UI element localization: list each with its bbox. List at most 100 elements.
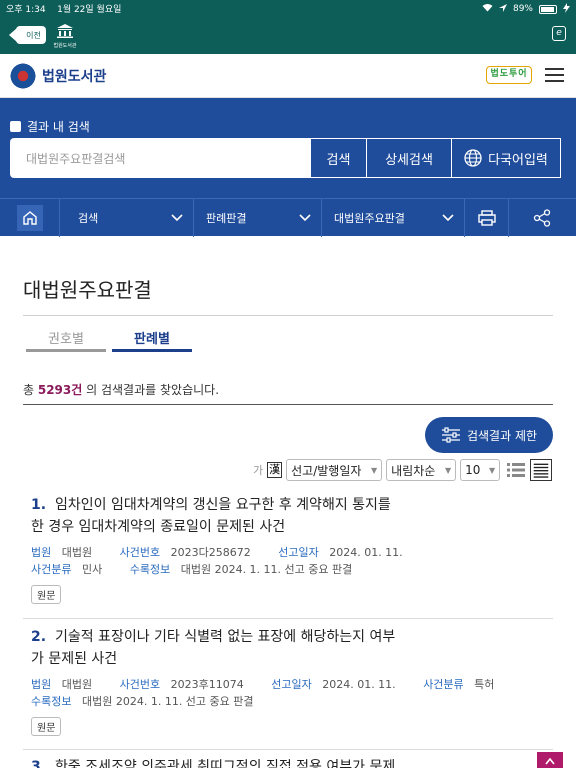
status-right: 89% — [482, 2, 570, 16]
result-meta: 수록정보 대법원 2024. 1. 11. 선고 중요 판결 — [23, 693, 553, 710]
chevron-down-icon — [299, 214, 311, 222]
chevron-down-icon — [171, 214, 183, 222]
library-icon — [52, 24, 78, 42]
count-divider — [23, 404, 553, 405]
result-count: 총 5293건 의 검색결과를 찾았습니다. — [23, 381, 219, 398]
result-meta: 법원 대법원 사건번호 2023후11074 선고일자 2024. 01. 11… — [23, 676, 553, 693]
site-logo[interactable]: 법원도서관 — [8, 62, 106, 90]
meta-key: 수록정보 — [129, 563, 171, 576]
court-emblem-icon — [8, 62, 38, 90]
mini-library-label: 법원도서관 — [53, 43, 77, 49]
nav-dropdown-major-rulings[interactable]: 대법원주요판결 — [322, 199, 465, 237]
result-number: 3. — [31, 759, 47, 768]
scroll-top-button[interactable] — [537, 752, 563, 768]
list-view-icon[interactable] — [506, 460, 526, 480]
sort-direction-value: 내림차순 — [391, 463, 436, 478]
sort-field-select[interactable]: 선고/발행일자 ▼ — [286, 459, 383, 481]
status-bar: 오후 1:34 1월 22일 월요일 89% — [6, 2, 570, 16]
meta-value: 2023후11074 — [170, 678, 244, 691]
multilang-input-label: 다국어입력 — [488, 152, 548, 168]
search-in-results-checkbox[interactable] — [10, 121, 21, 132]
result-item: 3. 한중 조세조약 의주관세 취띠그적의 직접 적용 여부가 문제 — [23, 756, 553, 768]
meta-key: 선고일자 — [271, 678, 312, 691]
nav-dropdown-major-rulings-label: 대법원주요판결 — [334, 212, 405, 225]
status-date: 1월 22일 월요일 — [57, 5, 122, 15]
result-title[interactable]: 2. 기술적 표장이나 기타 식별력 없는 표장에 해당하는지 여부 가 문제된… — [23, 626, 553, 670]
original-text-button[interactable]: 원문 — [31, 717, 62, 736]
result-title-line: 한중 조세조약 의주관세 취띠그적의 직접 적용 여부가 문제 — [54, 759, 396, 768]
mini-library-link[interactable]: 법원도서관 — [52, 24, 78, 49]
battery-percent: 89% — [512, 4, 533, 14]
result-filter-button[interactable]: 검색결과 제한 — [425, 417, 553, 453]
result-meta: 법원 대법원 사건번호 2023다258672 선고일자 2024. 01. 1… — [23, 544, 553, 561]
page-title: 대법원주요판결 — [23, 278, 152, 302]
meta-value: 2023다258672 — [170, 546, 251, 559]
result-title-line: 임차인이 임대차계약의 갱신을 요구한 후 계약해지 통지를 — [54, 497, 391, 513]
advanced-search-button[interactable]: 상세검색 — [367, 138, 452, 178]
nav-dropdown-precedent[interactable]: 판례판결 — [194, 199, 322, 237]
view-tabs: 권호별 판례별 — [26, 328, 192, 352]
chevron-down-icon: ▼ — [444, 465, 452, 475]
meta-key: 법원 — [31, 546, 52, 559]
result-divider — [23, 618, 553, 619]
hanja-toggle[interactable]: 漢 — [267, 462, 283, 478]
result-actions: 원문 — [23, 584, 553, 604]
nav-dropdown-search[interactable]: 검색 — [60, 199, 194, 237]
multilang-input-button[interactable]: 다국어입력 — [452, 138, 561, 178]
explorer-icon[interactable]: e — [552, 26, 566, 41]
result-number: 1. — [31, 497, 47, 513]
wifi-icon — [482, 3, 493, 15]
nav-dropdown-search-label: 검색 — [78, 212, 99, 225]
search-input[interactable]: 대법원주요판결검색 — [10, 138, 310, 178]
location-icon — [498, 3, 507, 15]
share-button[interactable] — [509, 199, 575, 237]
sort-row: 가 漢 선고/발행일자 ▼ 내림차순 ▼ 10 ▼ — [253, 459, 553, 481]
search-button[interactable]: 검색 — [310, 138, 367, 178]
result-actions: 원문 — [23, 716, 553, 736]
search-in-results-label: 결과 내 검색 — [27, 120, 90, 134]
search-band: 결과 내 검색 대법원주요판결검색 검색 상세검색 다국어입력 — [0, 98, 576, 198]
result-count-prefix: 총 — [23, 383, 38, 397]
nav-dropdown-precedent-label: 판례판결 — [206, 212, 247, 225]
sort-field-value: 선고/발행일자 — [291, 463, 362, 478]
result-divider — [23, 749, 553, 750]
battery-icon — [539, 4, 557, 14]
meta-value: 대법원 — [61, 678, 93, 691]
search-in-results[interactable]: 결과 내 검색 — [10, 118, 90, 135]
page-size-value: 10 — [465, 463, 481, 477]
meta-value: 대법원 2024. 1. 11. 선고 중요 판결 — [180, 563, 353, 576]
back-button[interactable]: 이전 — [9, 26, 46, 44]
meta-key: 사건번호 — [119, 678, 161, 691]
result-number: 2. — [31, 629, 47, 645]
meta-key: 선고일자 — [278, 546, 319, 559]
top-bar: 오후 1:34 1월 22일 월요일 89% 이전 법원도서관 e — [0, 0, 576, 54]
meta-value: 민사 — [81, 563, 103, 576]
detail-view-icon[interactable] — [530, 459, 553, 481]
meta-key: 사건분류 — [423, 678, 464, 691]
page-size-select[interactable]: 10 ▼ — [460, 459, 501, 481]
font-size-toggle[interactable]: 가 — [253, 462, 263, 478]
result-count-suffix: 의 검색결과를 찾았습니다. — [82, 383, 220, 397]
share-icon — [533, 209, 551, 227]
hamburger-menu-icon[interactable] — [545, 68, 564, 82]
meta-key: 법원 — [31, 678, 52, 691]
nav-home[interactable] — [0, 199, 60, 237]
chevron-up-icon — [545, 757, 555, 765]
chevron-down-icon: ▼ — [488, 465, 496, 475]
nav-band: 검색 판례판결 대법원주요판결 — [0, 198, 576, 237]
print-button[interactable] — [465, 199, 509, 237]
tab-by-volume[interactable]: 권호별 — [26, 328, 106, 352]
site-name: 법원도서관 — [42, 69, 107, 85]
result-title[interactable]: 1. 임차인이 임대차계약의 갱신을 요구한 후 계약해지 통지를 한 경우 임… — [23, 494, 553, 538]
charging-icon — [563, 2, 570, 16]
back-button-label: 이전 — [26, 30, 41, 40]
home-icon — [16, 205, 43, 231]
result-title[interactable]: 3. 한중 조세조약 의주관세 취띠그적의 직접 적용 여부가 문제 — [23, 756, 553, 768]
status-left: 오후 1:34 1월 22일 월요일 — [6, 2, 121, 16]
meta-value: 대법원 2024. 1. 11. 선고 중요 판결 — [81, 695, 254, 708]
chevron-down-icon: ▼ — [370, 465, 378, 475]
kids-logo[interactable]: 법도투어 — [486, 66, 532, 84]
tab-by-precedent[interactable]: 판례별 — [112, 328, 192, 352]
original-text-button[interactable]: 원문 — [31, 585, 62, 604]
sort-direction-select[interactable]: 내림차순 ▼ — [386, 459, 457, 481]
